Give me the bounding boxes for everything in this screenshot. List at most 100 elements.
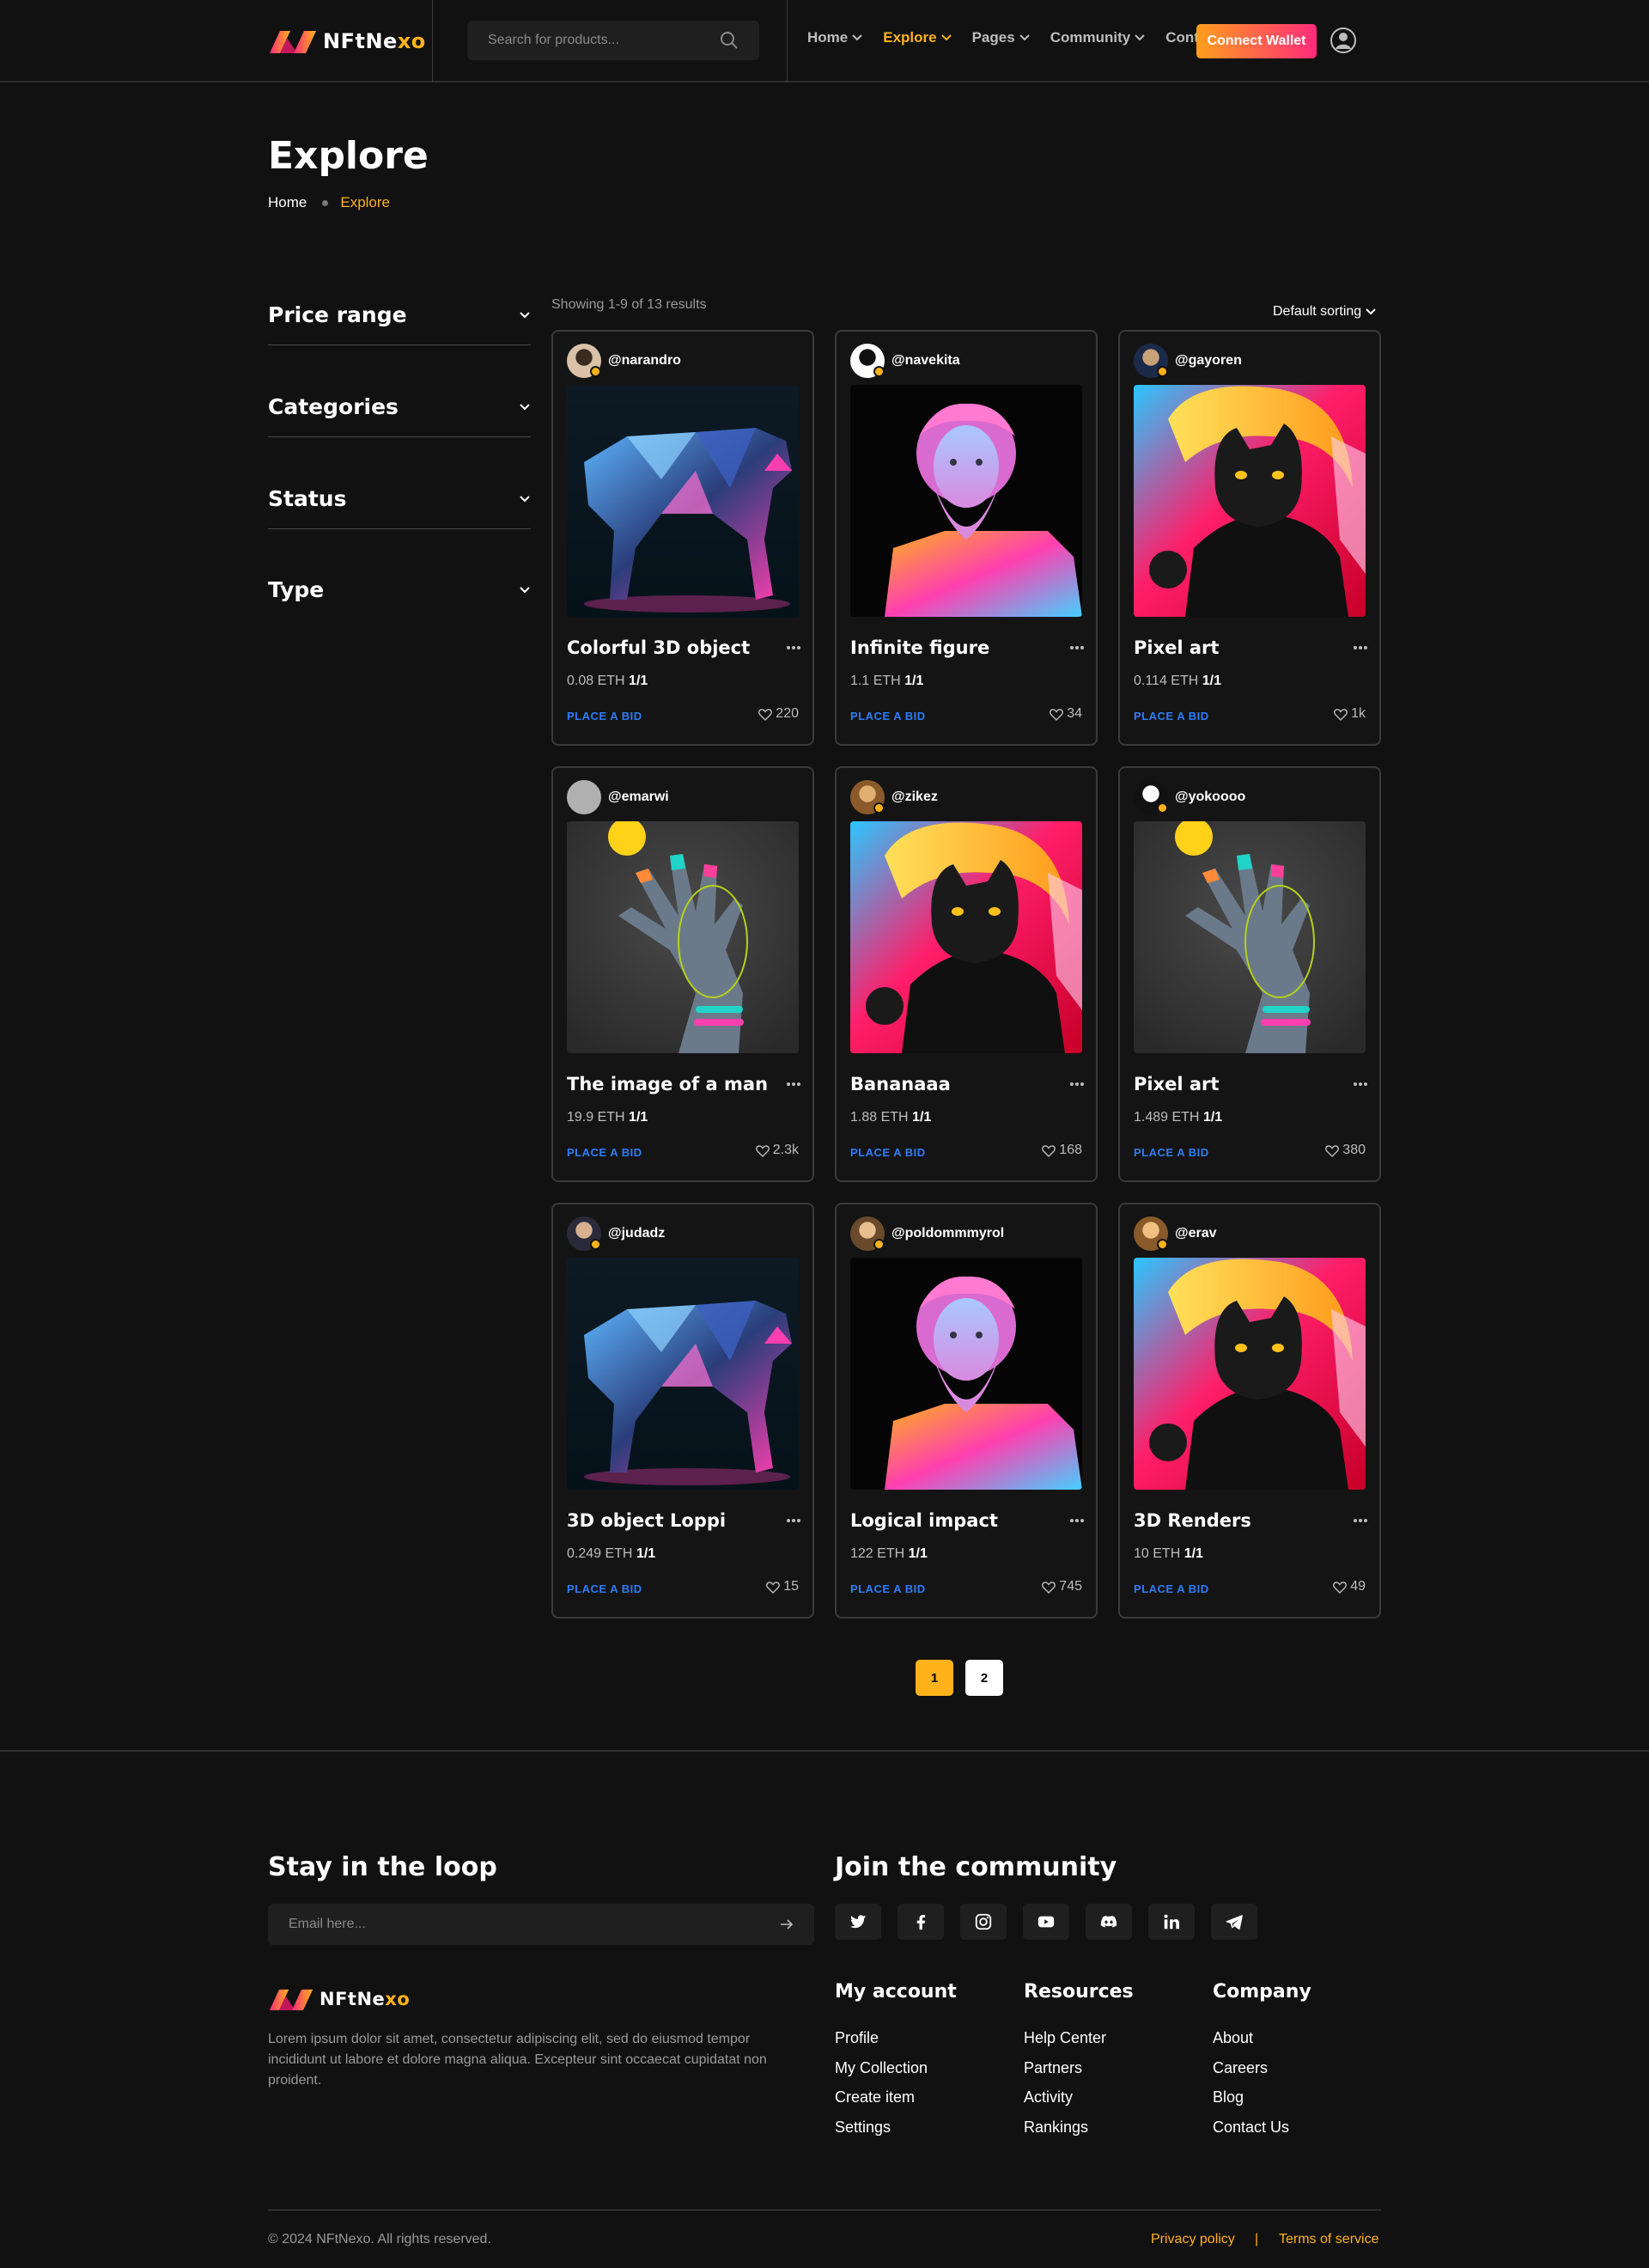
- nav-pages[interactable]: Pages: [972, 29, 1031, 46]
- email-input[interactable]: [289, 1917, 780, 1932]
- breadcrumb-home[interactable]: Home: [268, 194, 307, 211]
- card-creator[interactable]: @poldommmyrol: [850, 1216, 1004, 1251]
- like-button[interactable]: 220: [758, 706, 799, 722]
- footer-logo[interactable]: NFtNexo: [268, 1986, 410, 2012]
- more-options-icon[interactable]: [1354, 1082, 1367, 1086]
- filter-price-range[interactable]: Price range: [268, 285, 531, 345]
- like-button[interactable]: 745: [1042, 1579, 1082, 1594]
- search-bar[interactable]: [467, 21, 759, 60]
- card-creator[interactable]: @narandro: [567, 344, 681, 378]
- footer-link-contact-us[interactable]: Contact Us: [1213, 2119, 1289, 2137]
- place-bid-button[interactable]: PLACE A BID: [850, 1582, 926, 1595]
- nft-card[interactable]: @zikez Bananaaa 1.88 ETH 1/1 PLACE A BID 168: [835, 766, 1098, 1182]
- nav-home[interactable]: Home: [807, 29, 863, 46]
- terms-of-service-link[interactable]: Terms of service: [1279, 2232, 1378, 2247]
- privacy-policy-link[interactable]: Privacy policy: [1151, 2232, 1235, 2247]
- footer-link-about[interactable]: About: [1213, 2029, 1253, 2047]
- more-options-icon[interactable]: [787, 1082, 800, 1086]
- more-options-icon[interactable]: [1354, 1519, 1367, 1522]
- card-creator[interactable]: @gayoren: [1134, 344, 1242, 378]
- footer-link-settings[interactable]: Settings: [835, 2119, 891, 2137]
- nav-community[interactable]: Community: [1050, 29, 1147, 46]
- social-instagram[interactable]: [960, 1904, 1007, 1940]
- sort-dropdown[interactable]: Default sorting: [1273, 304, 1377, 320]
- social-youtube[interactable]: [1023, 1904, 1069, 1940]
- arrow-right-icon[interactable]: [780, 1918, 794, 1930]
- nft-card[interactable]: @erav 3D Renders 10 ETH 1/1 PLACE A BID 49: [1118, 1203, 1381, 1619]
- filter-categories[interactable]: Categories: [268, 377, 531, 437]
- card-creator[interactable]: @erav: [1134, 1216, 1217, 1251]
- nft-artwork-image[interactable]: [1134, 385, 1366, 617]
- filter-status[interactable]: Status: [268, 469, 531, 529]
- footer-link-activity[interactable]: Activity: [1024, 2088, 1073, 2106]
- place-bid-button[interactable]: PLACE A BID: [567, 1146, 642, 1159]
- footer-link-create-item[interactable]: Create item: [835, 2088, 915, 2106]
- card-creator[interactable]: @emarwi: [567, 780, 669, 814]
- more-options-icon[interactable]: [1070, 1082, 1084, 1086]
- nft-card[interactable]: @poldommmyrol Logical impact 122 ETH 1/1 PL…: [835, 1203, 1098, 1619]
- search-input[interactable]: [488, 33, 720, 48]
- connect-wallet-button[interactable]: Connect Wallet: [1196, 24, 1317, 58]
- social-telegram[interactable]: [1211, 1904, 1257, 1940]
- nft-artwork-image[interactable]: [850, 385, 1082, 617]
- like-button[interactable]: 15: [766, 1579, 799, 1594]
- nft-card[interactable]: @emarwi The image of a man 19.9 ETH 1/1 PLA…: [551, 766, 814, 1182]
- more-options-icon[interactable]: [787, 646, 800, 649]
- place-bid-button[interactable]: PLACE A BID: [1134, 1146, 1209, 1159]
- nft-card[interactable]: @judadz 3D object Loppi 0.249 ETH 1/1 PLACE…: [551, 1203, 814, 1619]
- nft-title[interactable]: Bananaaa: [850, 1074, 951, 1094]
- nft-title[interactable]: The image of a man: [567, 1074, 768, 1094]
- footer-link-help-center[interactable]: Help Center: [1024, 2029, 1106, 2047]
- nft-artwork-image[interactable]: [850, 1258, 1082, 1490]
- footer-link-profile[interactable]: Profile: [835, 2029, 879, 2047]
- footer-link-blog[interactable]: Blog: [1213, 2088, 1244, 2106]
- place-bid-button[interactable]: PLACE A BID: [850, 1146, 926, 1159]
- nft-title[interactable]: 3D Renders: [1134, 1510, 1251, 1531]
- card-creator[interactable]: @judadz: [567, 1216, 665, 1251]
- more-options-icon[interactable]: [1070, 646, 1084, 649]
- nft-title[interactable]: 3D object Loppi: [567, 1510, 726, 1531]
- social-discord[interactable]: [1086, 1904, 1132, 1940]
- place-bid-button[interactable]: PLACE A BID: [567, 1582, 642, 1595]
- nft-title[interactable]: Logical impact: [850, 1510, 998, 1531]
- social-twitter[interactable]: [835, 1904, 881, 1940]
- nft-artwork-image[interactable]: [1134, 1258, 1366, 1490]
- nft-title[interactable]: Infinite figure: [850, 637, 989, 658]
- page-button-2[interactable]: 2: [965, 1660, 1003, 1696]
- card-creator[interactable]: @navekita: [850, 344, 960, 378]
- nft-title[interactable]: Colorful 3D object: [567, 637, 750, 658]
- nft-artwork-image[interactable]: [567, 821, 799, 1053]
- card-creator[interactable]: @yokoooo: [1134, 780, 1245, 814]
- card-creator[interactable]: @zikez: [850, 780, 938, 814]
- more-options-icon[interactable]: [787, 1519, 800, 1522]
- place-bid-button[interactable]: PLACE A BID: [1134, 1582, 1209, 1595]
- social-linkedin[interactable]: [1148, 1904, 1195, 1940]
- place-bid-button[interactable]: PLACE A BID: [1134, 710, 1209, 722]
- social-facebook[interactable]: [898, 1904, 944, 1940]
- nav-explore[interactable]: Explore: [883, 29, 952, 46]
- like-button[interactable]: 34: [1050, 706, 1082, 722]
- more-options-icon[interactable]: [1070, 1519, 1084, 1522]
- like-button[interactable]: 1k: [1334, 706, 1366, 722]
- search-icon[interactable]: [720, 31, 739, 50]
- footer-link-partners[interactable]: Partners: [1024, 2059, 1082, 2077]
- like-button[interactable]: 168: [1042, 1143, 1082, 1158]
- like-button[interactable]: 49: [1333, 1579, 1366, 1594]
- footer-link-rankings[interactable]: Rankings: [1024, 2119, 1088, 2137]
- nft-artwork-image[interactable]: [567, 385, 799, 617]
- footer-link-my-collection[interactable]: My Collection: [835, 2059, 928, 2077]
- nft-title[interactable]: Pixel art: [1134, 1074, 1219, 1094]
- page-button-1[interactable]: 1: [916, 1660, 953, 1696]
- filter-type[interactable]: Type: [268, 560, 531, 620]
- nft-card[interactable]: @yokoooo Pixel art 1.489 ETH 1/1 PLACE A BI…: [1118, 766, 1381, 1182]
- nft-title[interactable]: Pixel art: [1134, 637, 1219, 658]
- place-bid-button[interactable]: PLACE A BID: [850, 710, 926, 722]
- nft-artwork-image[interactable]: [567, 1258, 799, 1490]
- nft-card[interactable]: @gayoren Pixel art 0.114 ETH 1/1 PLACE A BI…: [1118, 330, 1381, 746]
- nft-artwork-image[interactable]: [850, 821, 1082, 1053]
- nft-card[interactable]: @navekita Infinite figure 1.1 ETH 1/1 PLACE…: [835, 330, 1098, 746]
- footer-link-careers[interactable]: Careers: [1213, 2059, 1268, 2077]
- like-button[interactable]: 380: [1325, 1143, 1366, 1158]
- nft-artwork-image[interactable]: [1134, 821, 1366, 1053]
- like-button[interactable]: 2.3k: [755, 1143, 799, 1158]
